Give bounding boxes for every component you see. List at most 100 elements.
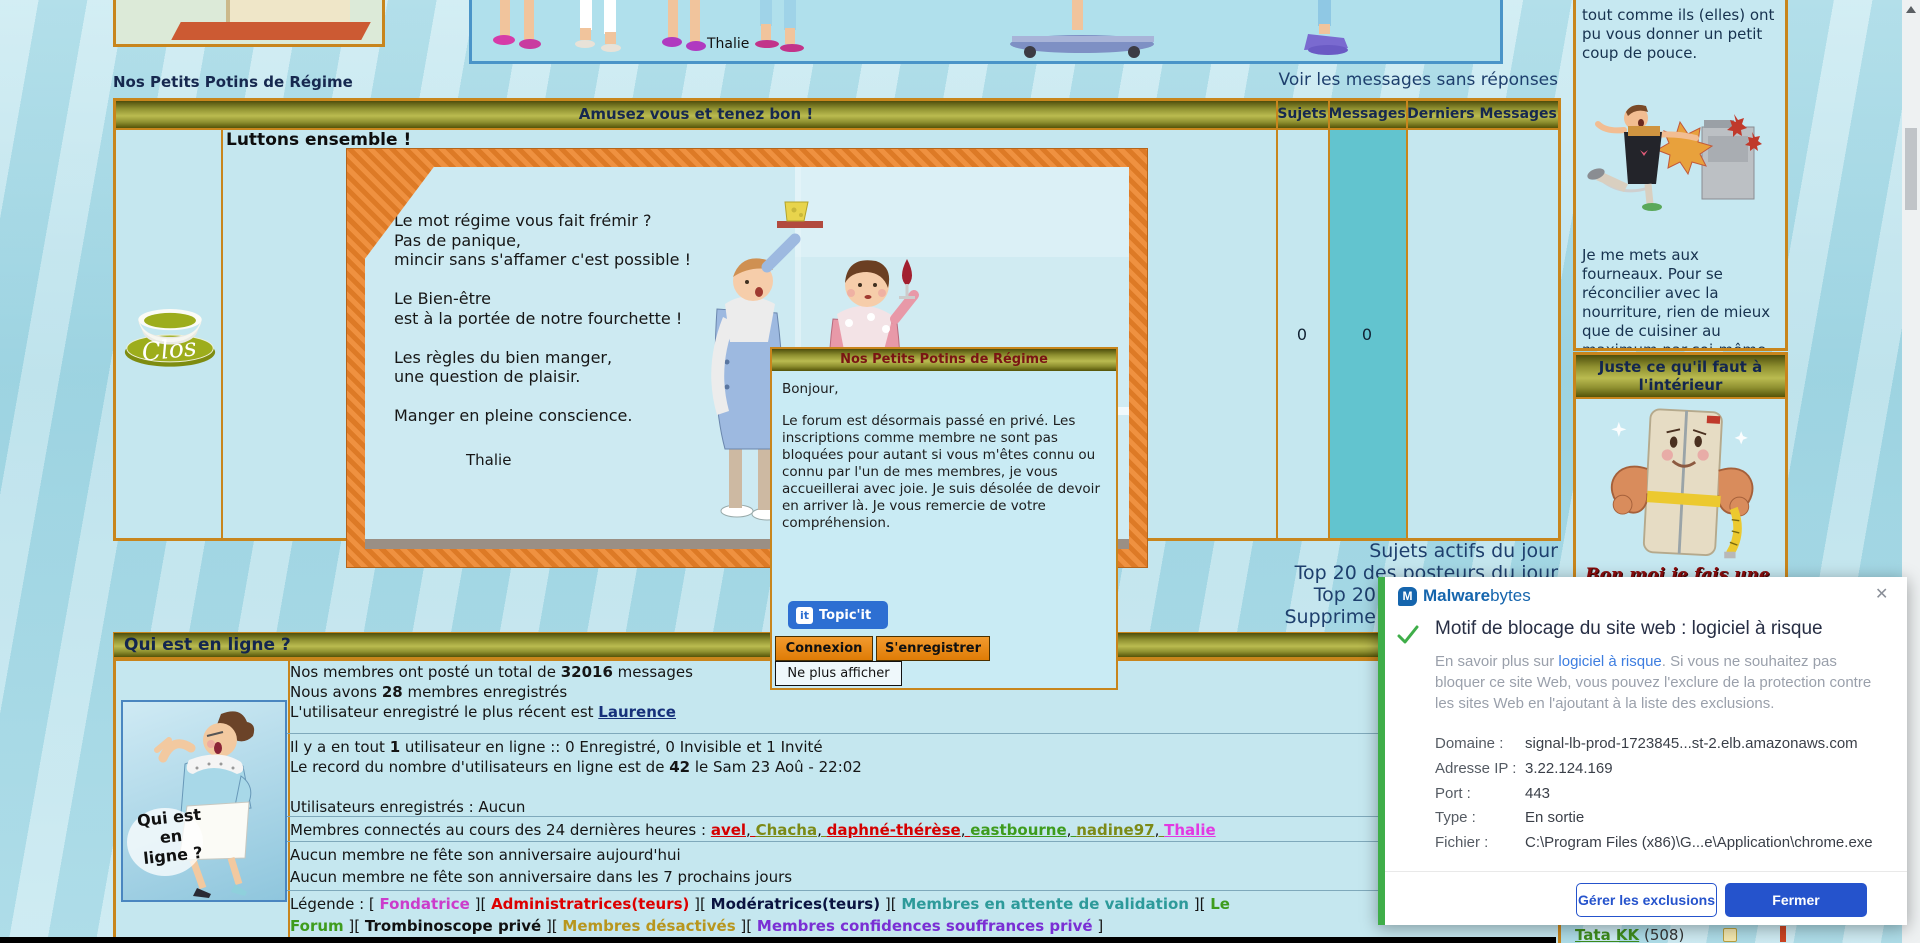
who-is-online-image: Qui est en ligne ? [121,700,287,902]
forum-status-clos-icon: Clos [122,298,218,370]
online-row-sep-3 [287,841,1558,842]
fridge-bodybuilder-cartoon [1610,408,1754,559]
fermer-button[interactable]: Fermer [1725,883,1867,917]
messages-count: 0 [1361,324,1373,344]
notice-popup-greeting: Bonjour, [782,381,839,397]
detail-label-domaine: Domaine : [1435,735,1504,752]
link-sujets-actifs[interactable]: Sujets actifs du jour [1369,540,1558,562]
member-link[interactable]: Thalie [1164,821,1216,839]
member-link[interactable]: avel [711,821,756,839]
forum-page: Thalie Nos Petits Potins de Régime Voir … [0,0,1920,943]
detail-value-port: 443 [1525,785,1551,802]
members-count: 28 [381,683,403,701]
column-header-derniers: Derniers Messages [1407,106,1557,122]
sidebar-box2-header: Juste ce qu'il faut à l'intérieur [1576,355,1785,399]
detail-label-port: Port : [1435,785,1471,802]
banner-caption: Thalie [707,36,750,52]
forum-notice-popup: Nos Petits Potins de Régime Bonjour, Le … [770,347,1118,690]
legend-item[interactable]: Le [1200,895,1230,913]
col-sep-4 [1406,101,1408,538]
column-header-messages: Messages [1328,106,1406,122]
top-poster-link[interactable]: Tata KK [1575,926,1639,943]
notice-popup-message: Le forum est désormais passé en privé. L… [782,413,1100,531]
link-supprime-partial[interactable]: Supprime [1284,606,1376,628]
legend-item[interactable]: Fondatrice [369,895,481,913]
member-link[interactable]: nadine97 [1076,821,1164,839]
legend-item[interactable]: Modératrices(teurs) [700,895,891,913]
malwarebytes-title: Motif de blocage du site web : logiciel … [1435,618,1823,639]
detail-value-ip: 3.22.124.169 [1525,760,1613,777]
birthday-week-line: Aucun membre ne fête son anniversaire da… [290,868,793,886]
sujets-count: 0 [1296,324,1308,344]
column-header-sujets: Sujets [1277,106,1327,122]
legend-prefix: Légende : [290,895,369,913]
online-now-count: 1 [389,738,401,756]
malwarebytes-body: En savoir plus sur logiciel à risque. Si… [1435,651,1882,714]
online-row-sep-1 [287,733,1558,734]
close-icon[interactable]: ✕ [1875,584,1888,604]
col-sep-1 [221,130,223,538]
manage-exclusions-button[interactable]: Gérer les exclusions [1576,883,1717,917]
legend-item[interactable]: Forum [290,917,354,935]
sidebar-box2-title: Juste ce qu'il faut à l'intérieur [1598,358,1763,394]
detail-label-fichier: Fichier : [1435,834,1489,851]
clos-label: Clos [140,332,198,367]
brand-light: bytes [1490,586,1531,605]
birthday-today-line: Aucun membre ne fête son anniversaire au… [290,846,681,864]
body-prefix: En savoir plus sur [1435,653,1559,670]
connexion-button[interactable]: Connexion [775,636,873,661]
rating-bar [1780,926,1786,942]
legend-item[interactable]: Membres confidences souffrances privé [746,917,1103,935]
top-poster-count: (508) [1643,926,1685,943]
registered-users-line: Utilisateurs enregistrés : Aucun [290,798,526,816]
record-count: 42 [669,758,691,776]
member-link[interactable]: Chacha [756,821,827,839]
malwarebytes-logo-icon: M [1398,586,1417,606]
footer-divider [1385,871,1907,872]
who-is-online-caption: Qui est en ligne ? [136,804,204,868]
register-button[interactable]: S'enregistrer [876,636,990,661]
banner-left-image [113,0,385,47]
recent-member-line: L'utilisateur enregistré le plus récent … [290,703,676,721]
scrollbar-thumb[interactable] [1905,128,1917,210]
member-link[interactable]: eastbourne [970,821,1076,839]
forum-description-text: Le mot régime vous fait frémir ? Pas de … [394,211,691,425]
notice-popup-title: Nos Petits Potins de Régime [840,352,1048,367]
category-title[interactable]: Amusez vous et tenez bon ! [116,101,1276,128]
legend-line-2: ForumTrombinoscope privéMembres désactiv… [290,915,1552,937]
forum-link-title[interactable]: Luttons ensemble ! [226,130,411,150]
total-messages-count: 32016 [560,663,613,681]
sidebar-box1-top-text: tout comme ils (elles) ont pu vous donne… [1582,6,1775,62]
members-24h-prefix: Membres connectés au cours des 24 derniè… [290,821,711,839]
online-now-line: Il y a en tout 1 utilisateur en ligne ::… [290,738,823,756]
topicit-icon: it [796,606,813,624]
forum-description-signature: Thalie [466,451,512,469]
legend-item[interactable]: Administratrices(teurs) [480,895,700,913]
detail-value-fichier: C:\Program Files (x86)\G...e\Application… [1525,834,1873,851]
members-24h-line: Membres connectés au cours des 24 derniè… [290,820,1550,840]
sidebar-box1-bottom-text: Je me mets aux fourneaux. Pour se réconc… [1582,246,1772,351]
recent-member-link[interactable]: Laurence [598,703,676,721]
rank-icon [1723,928,1737,942]
sidebar-bottom-entry: Tata KK (508) [1575,926,1786,943]
malwarebytes-popup: M Malwarebytes ✕ Motif de blocage du sit… [1378,577,1907,925]
detail-label-type: Type : [1435,809,1476,826]
bottom-black-bar [0,937,1556,943]
online-stats-row-2: Il y a en tout 1 utilisateur en ligne ::… [290,737,1550,817]
notice-popup-titlebar: Nos Petits Potins de Régime [772,349,1116,371]
no-answer-messages-link[interactable]: Voir les messages sans réponses [1279,70,1558,90]
link-top20-partial[interactable]: Top 20 [1314,584,1376,606]
legend-line-1: Légende : FondatriceAdministratrices(teu… [290,893,1552,915]
record-line: Le record du nombre d'utilisateurs en li… [290,758,862,776]
legend-item[interactable]: Trombinoscope privé [354,917,552,935]
risk-software-link[interactable]: logiciel à risque [1558,653,1661,670]
check-icon [1397,625,1419,644]
scrollbar-up-arrow[interactable] [1906,6,1916,13]
topicit-button[interactable]: it Topic'it [788,601,888,629]
malwarebytes-accent-strip [1378,577,1385,925]
dismiss-button[interactable]: Ne plus afficher [775,661,902,686]
legend-item[interactable]: Membres désactivés [552,917,746,935]
online-row-sep-4 [287,890,1558,891]
legend-item[interactable]: Membres en attente de validation [891,895,1200,913]
member-link[interactable]: daphné-thérèse [827,821,971,839]
